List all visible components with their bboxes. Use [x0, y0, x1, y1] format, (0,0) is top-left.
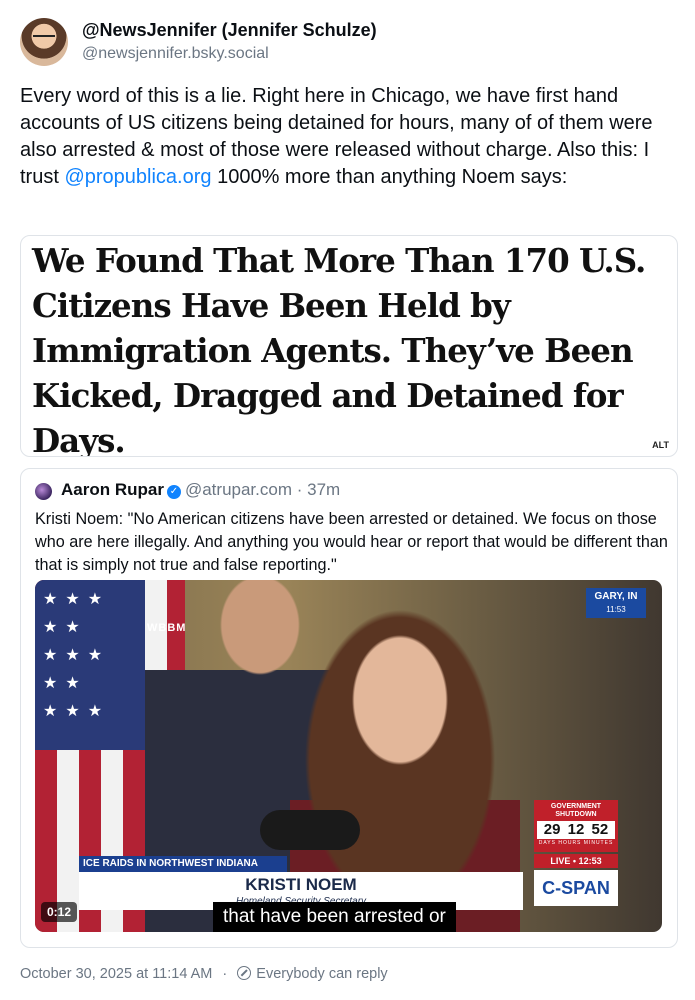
author-handle[interactable]: @newsjennifer.bsky.social [82, 45, 377, 63]
microphones [260, 810, 360, 850]
mention-link[interactable]: @propublica.org [64, 166, 211, 188]
verified-check-icon: ✓ [166, 485, 181, 499]
location-badge: GARY, IN 11:53 [586, 588, 646, 618]
video-timestamp: 0:12 [41, 902, 78, 922]
reply-setting[interactable]: Everybody can reply [256, 966, 387, 982]
flag-stars: ★★★ ★★ ★★★ ★★ ★★★ [35, 580, 145, 750]
quote-post[interactable]: Aaron Rupar ✓ @atrupar.com · 37m Kristi No… [20, 468, 678, 948]
author-block[interactable]: @NewsJennifer (Jennifer Schulze) @newsje… [82, 20, 377, 63]
reply-restriction-icon [237, 966, 252, 980]
embedded-image[interactable]: We Found That More Than 170 U.S. Citizen… [20, 235, 678, 457]
location-text: GARY, IN [594, 591, 638, 602]
post-footer: October 30, 2025 at 11:14 AM · Everybody… [20, 966, 388, 982]
quote-handle[interactable]: @atrupar.com [185, 480, 292, 499]
author-display-name[interactable]: @NewsJennifer (Jennifer Schulze) [82, 20, 377, 41]
chyron-name: KRISTI NOEM [245, 875, 357, 894]
video-player[interactable]: ★★★ ★★ ★★★ ★★ ★★★ WBBM GARY, IN 11:53 GO… [35, 580, 662, 932]
quote-separator: · [296, 480, 303, 499]
network-logo: C-SPAN [534, 870, 618, 906]
avatar[interactable] [20, 18, 68, 66]
chyron-topic: ICE RAIDS IN NORTHWEST INDIANA [79, 856, 287, 872]
alt-badge[interactable]: ALT [652, 440, 669, 450]
video-caption: that have been arrested or [213, 902, 456, 932]
post-text: Every word of this is a lie. Right here … [20, 83, 680, 191]
footer-separator: · [222, 966, 228, 982]
shutdown-count: 29 12 52 [537, 821, 615, 839]
shutdown-label: GOVERNMENT SHUTDOWN [550, 803, 602, 818]
shutdown-units: DAYS HOURS MINUTES [538, 840, 614, 846]
quote-avatar[interactable] [35, 483, 52, 500]
station-label: WBBM [147, 622, 187, 634]
quote-text: Kristi Noem: "No American citizens have … [35, 510, 668, 574]
post-date[interactable]: October 30, 2025 at 11:14 AM [20, 966, 212, 982]
glasses-detail [33, 35, 55, 43]
quote-author-name[interactable]: Aaron Rupar [61, 480, 164, 499]
image-headline: We Found That More Than 170 U.S. Citizen… [32, 241, 646, 457]
location-time: 11:53 [606, 605, 626, 614]
shutdown-counter: GOVERNMENT SHUTDOWN 29 12 52 DAYS HOURS … [534, 800, 618, 852]
quote-time[interactable]: 37m [307, 480, 340, 499]
quote-header: Aaron Rupar ✓ @atrupar.com · 37m [61, 480, 340, 500]
live-badge: LIVE • 12:53 [534, 854, 618, 868]
post-text-part2: 1000% more than anything Noem says: [211, 166, 568, 188]
